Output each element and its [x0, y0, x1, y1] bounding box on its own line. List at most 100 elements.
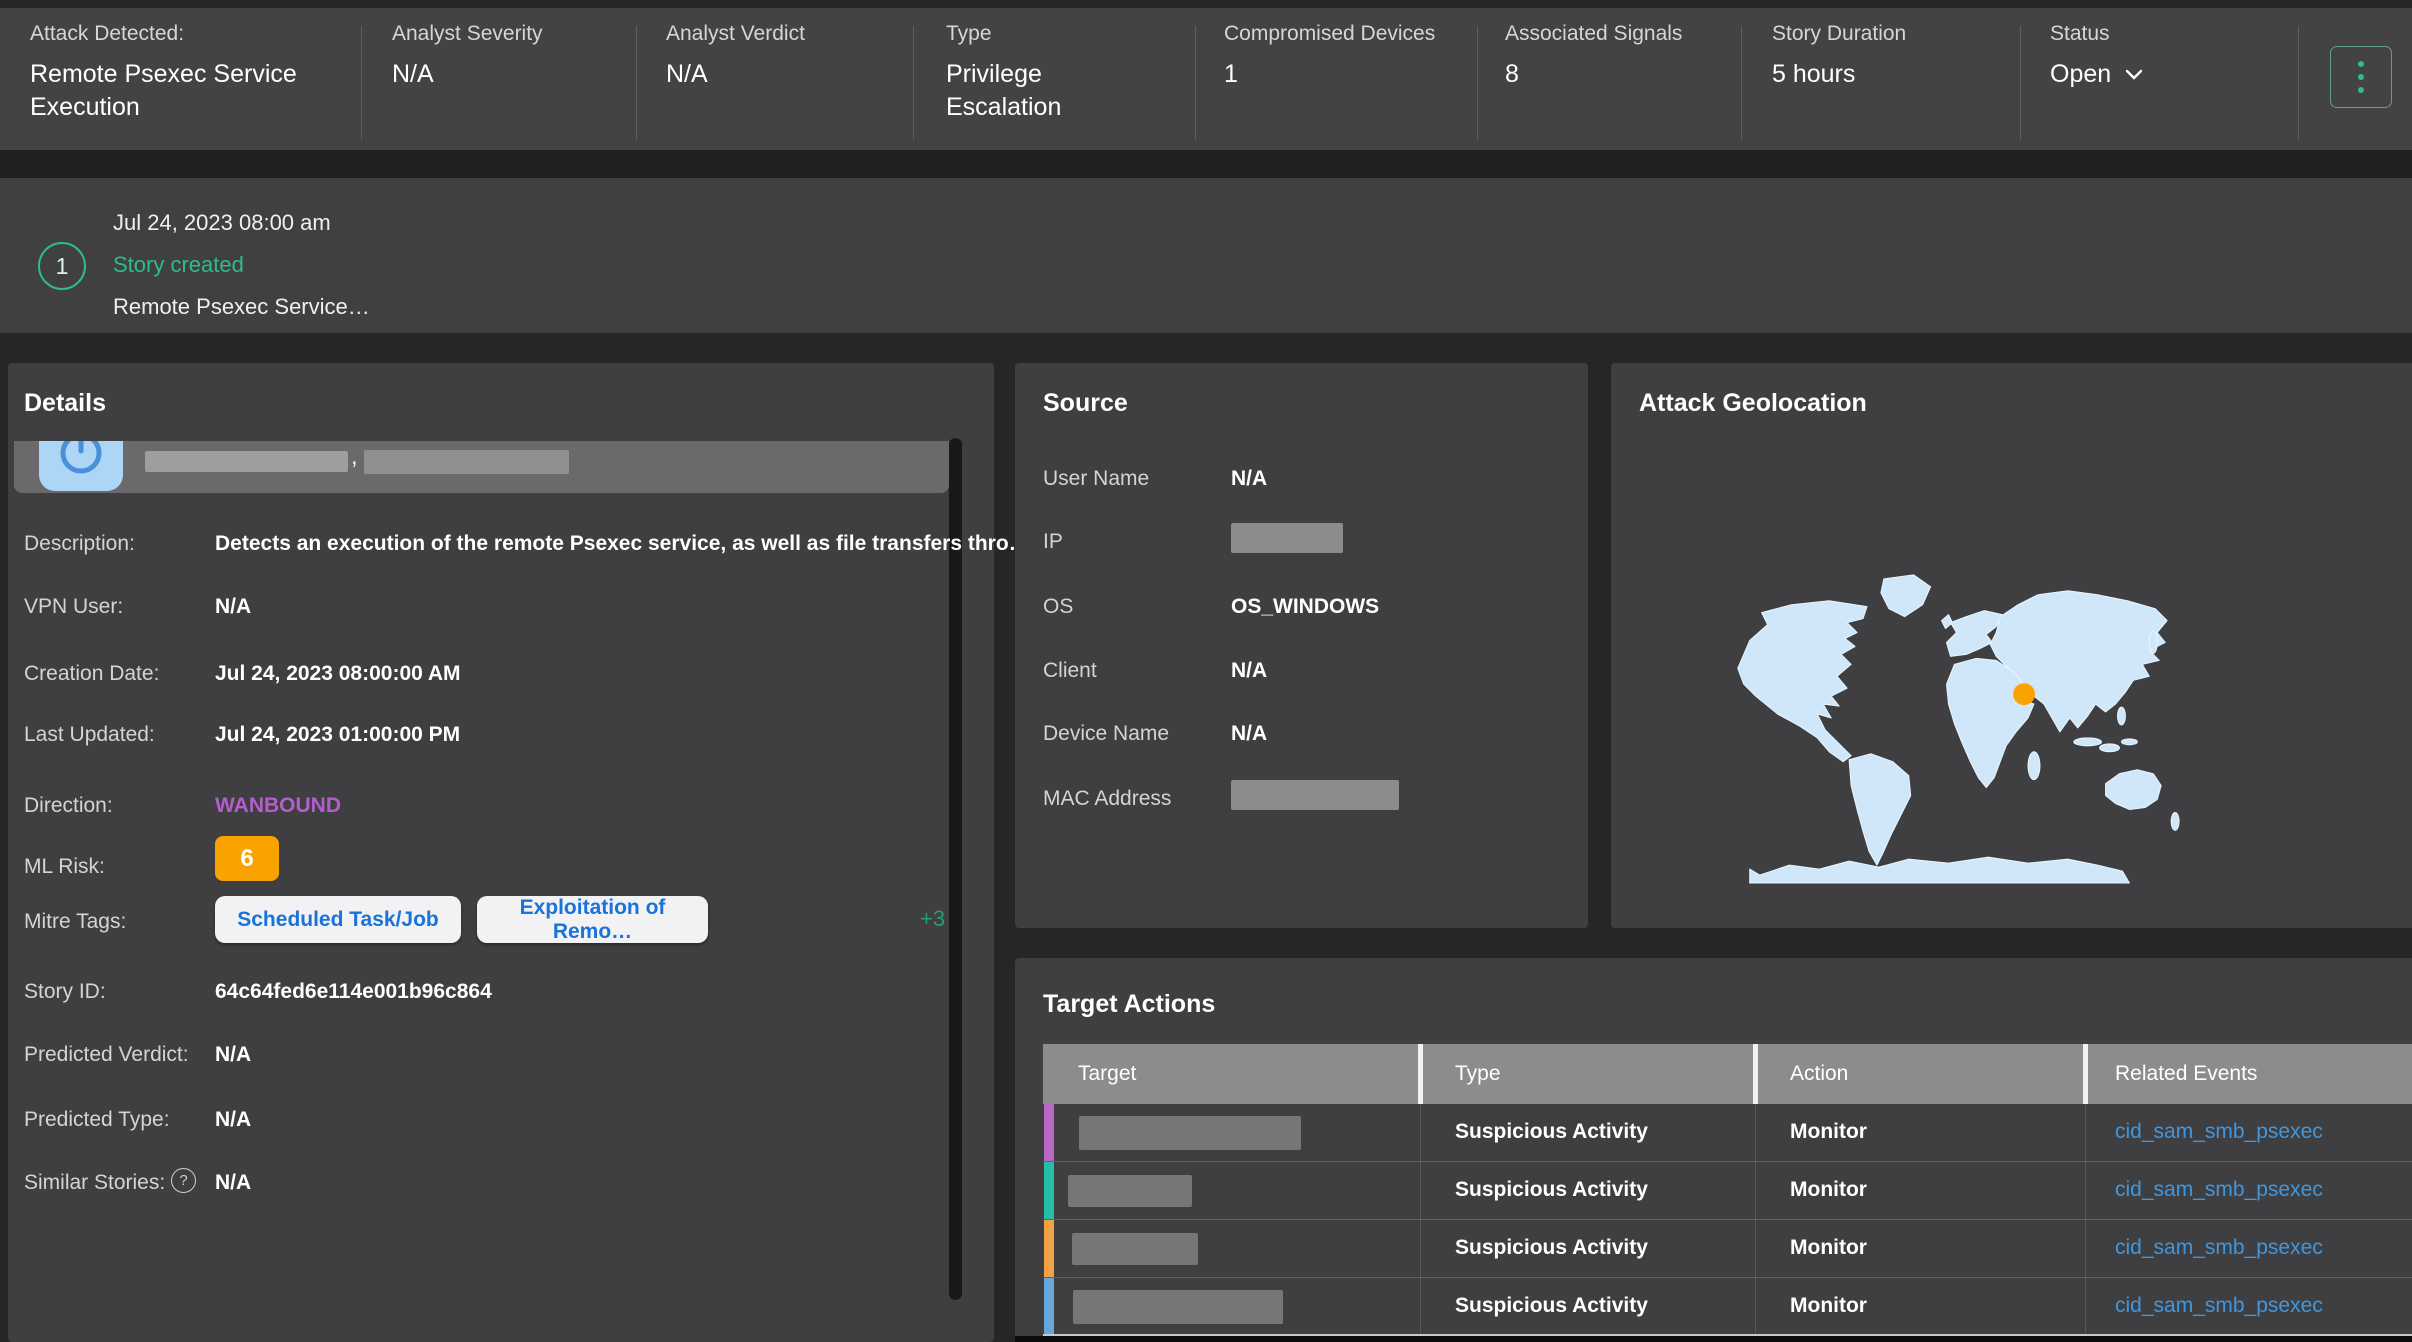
- direction-label: Direction:: [24, 794, 113, 818]
- attack-detected-label: Attack Detected:: [30, 22, 184, 46]
- type-value: Privilege Escalation: [946, 58, 1156, 124]
- power-info-icon: [39, 441, 123, 491]
- banner-separator: ,: [351, 443, 358, 471]
- source-panel-title: Source: [1043, 389, 1128, 418]
- client-value: N/A: [1231, 659, 1267, 683]
- row-severity-marker: [1044, 1278, 1054, 1336]
- question-mark-icon[interactable]: ?: [171, 1168, 196, 1193]
- associated-signals-value: 8: [1505, 60, 1519, 89]
- row-severity-marker: [1044, 1162, 1054, 1220]
- mac-address-label: MAC Address: [1043, 787, 1171, 811]
- related-event-link[interactable]: cid_sam_smb_psexec: [2115, 1236, 2323, 1260]
- timeline-step-circle: 1: [38, 242, 86, 290]
- related-event-link[interactable]: cid_sam_smb_psexec: [2115, 1120, 2323, 1144]
- redacted-target-name: [1079, 1116, 1301, 1150]
- os-value: OS_WINDOWS: [1231, 595, 1379, 619]
- timeline-step-number: 1: [56, 253, 69, 280]
- client-label: Client: [1043, 659, 1097, 683]
- divider: [1195, 26, 1196, 140]
- column-header-action: Action: [1790, 1044, 1848, 1104]
- predicted-verdict-value: N/A: [215, 1043, 251, 1067]
- ml-risk-label: ML Risk:: [24, 855, 105, 879]
- device-name-value: N/A: [1231, 722, 1267, 746]
- row-severity-marker: [1044, 1220, 1054, 1278]
- device-name-label: Device Name: [1043, 722, 1169, 746]
- redacted-banner-text: [145, 451, 348, 472]
- description-label: Description:: [24, 532, 135, 556]
- redacted-banner-text: [364, 450, 569, 474]
- related-event-link[interactable]: cid_sam_smb_psexec: [2115, 1294, 2323, 1318]
- related-event-link[interactable]: cid_sam_smb_psexec: [2115, 1178, 2323, 1202]
- type-label: Type: [946, 22, 992, 46]
- compromised-devices-value: 1: [1224, 60, 1238, 89]
- geolocation-panel-title: Attack Geolocation: [1639, 389, 1867, 418]
- story-actions-menu-button[interactable]: [2330, 46, 2392, 108]
- analyst-verdict-value: N/A: [666, 60, 708, 89]
- similar-stories-label: Similar Stories:: [24, 1171, 165, 1195]
- attack-location-marker: [2013, 683, 2035, 705]
- redacted-target-name: [1073, 1290, 1283, 1324]
- timeline-event-label[interactable]: Story created: [113, 252, 244, 278]
- divider: [2020, 26, 2021, 140]
- divider: [913, 26, 914, 140]
- status-label: Status: [2050, 22, 2110, 46]
- incident-story-page: Attack Detected: Remote Psexec Service E…: [0, 0, 2412, 1342]
- timeline-timestamp: Jul 24, 2023 08:00 am: [113, 210, 331, 236]
- status-dropdown[interactable]: Open: [2050, 60, 2143, 89]
- clipped-edge: [1015, 1336, 2412, 1342]
- compromised-devices-label: Compromised Devices: [1224, 22, 1435, 46]
- redacted-mac-value: [1231, 780, 1399, 810]
- analyst-severity-value: N/A: [392, 60, 434, 89]
- divider: [1741, 26, 1742, 140]
- world-map: [1700, 548, 2197, 890]
- mitre-tag-button[interactable]: Exploitation of Remo…: [477, 896, 708, 943]
- action-cell: Monitor: [1790, 1178, 1867, 1202]
- type-cell: Suspicious Activity: [1455, 1236, 1648, 1260]
- divider: [636, 26, 637, 140]
- type-cell: Suspicious Activity: [1455, 1294, 1648, 1318]
- details-scrollbar[interactable]: [949, 438, 962, 1300]
- table-row[interactable]: Suspicious Activity Monitor cid_sam_smb_…: [1043, 1104, 2412, 1162]
- redacted-target-name: [1072, 1233, 1198, 1265]
- table-row[interactable]: Suspicious Activity Monitor cid_sam_smb_…: [1043, 1220, 2412, 1278]
- story-id-value: 64c64fed6e114e001b96c864: [215, 980, 492, 1004]
- table-row[interactable]: Suspicious Activity Monitor cid_sam_smb_…: [1043, 1162, 2412, 1220]
- last-updated-label: Last Updated:: [24, 723, 155, 747]
- redacted-ip-value: [1231, 523, 1343, 553]
- predicted-type-label: Predicted Type:: [24, 1108, 170, 1132]
- attack-detected-value: Remote Psexec Service Execution: [30, 58, 340, 124]
- description-value: Detects an execution of the remote Psexe…: [215, 532, 1030, 556]
- user-name-label: User Name: [1043, 467, 1149, 491]
- creation-date-value: Jul 24, 2023 08:00:00 AM: [215, 662, 461, 686]
- last-updated-value: Jul 24, 2023 01:00:00 PM: [215, 723, 460, 747]
- action-cell: Monitor: [1790, 1236, 1867, 1260]
- header-divider: [1753, 1044, 1758, 1104]
- type-cell: Suspicious Activity: [1455, 1120, 1648, 1144]
- column-header-type: Type: [1455, 1044, 1501, 1104]
- action-cell: Monitor: [1790, 1294, 1867, 1318]
- analyst-verdict-label: Analyst Verdict: [666, 22, 805, 46]
- mitre-tag-button[interactable]: Scheduled Task/Job: [215, 896, 461, 943]
- mitre-tags-more-link[interactable]: +3: [920, 906, 945, 932]
- header-divider: [1418, 1044, 1423, 1104]
- os-label: OS: [1043, 595, 1073, 619]
- analyst-severity-label: Analyst Severity: [392, 22, 543, 46]
- table-header-row: Target Type Action Related Events: [1043, 1044, 2412, 1104]
- column-header-related-events: Related Events: [2115, 1044, 2257, 1104]
- story-duration-label: Story Duration: [1772, 22, 1906, 46]
- target-actions-panel: Target Actions Target Type Action Relate…: [1015, 958, 2412, 1342]
- similar-stories-value: N/A: [215, 1171, 251, 1195]
- target-actions-title: Target Actions: [1043, 990, 1215, 1019]
- story-id-label: Story ID:: [24, 980, 106, 1004]
- summary-bar: Attack Detected: Remote Psexec Service E…: [0, 8, 2412, 150]
- story-duration-value: 5 hours: [1772, 60, 1855, 89]
- story-timeline: 1 Jul 24, 2023 08:00 am Story created Re…: [0, 178, 2412, 333]
- attack-geolocation-panel: Attack Geolocation: [1611, 363, 2412, 928]
- redacted-target-name: [1068, 1175, 1192, 1207]
- timeline-event-detail: Remote Psexec Service…: [113, 294, 370, 320]
- vpn-user-label: VPN User:: [24, 595, 123, 619]
- ml-risk-value: 6: [240, 845, 253, 873]
- details-panel-title: Details: [24, 389, 106, 418]
- table-row[interactable]: Suspicious Activity Monitor cid_sam_smb_…: [1043, 1278, 2412, 1336]
- mitre-tags-label: Mitre Tags:: [24, 910, 126, 934]
